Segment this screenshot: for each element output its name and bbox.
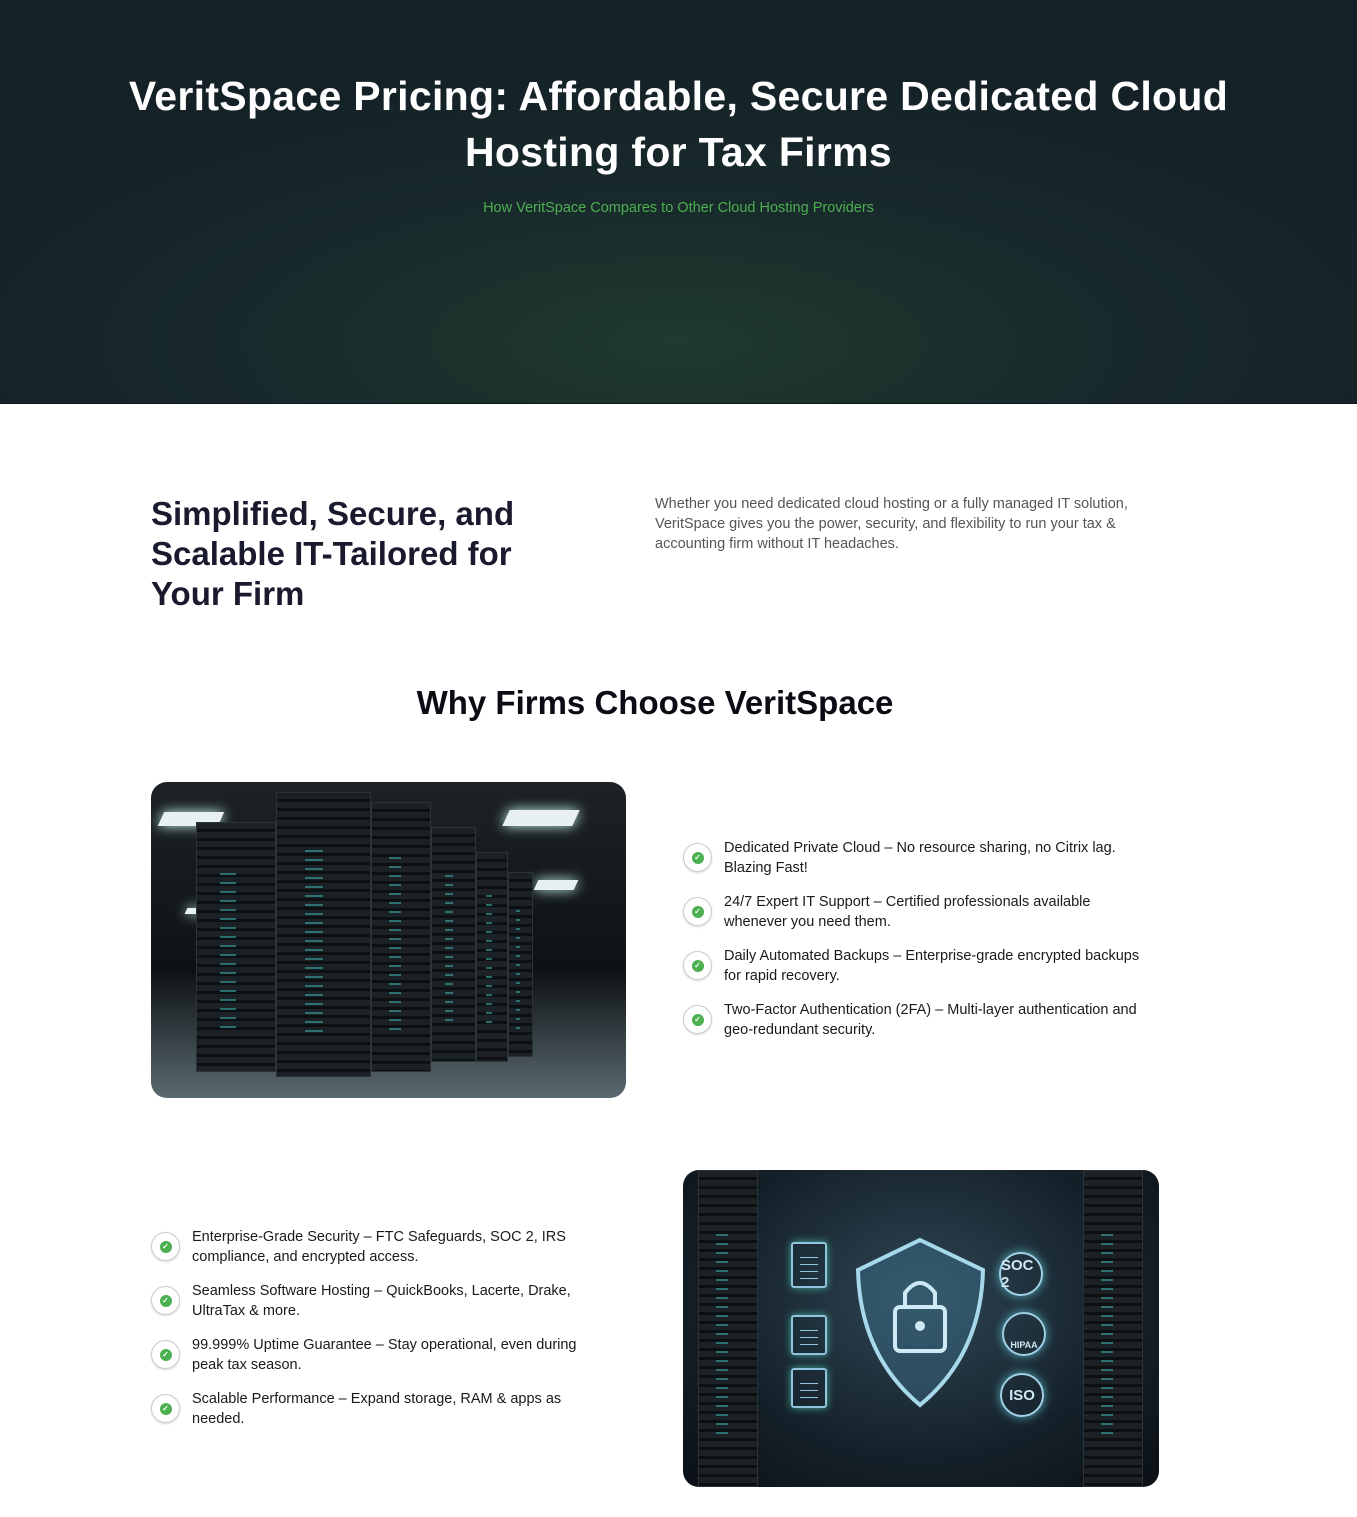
list-item: ✓ Enterprise-Grade Security – FTC Safegua… — [151, 1227, 611, 1267]
intro-text: Whether you need dedicated cloud hosting… — [655, 496, 1128, 552]
page-title: VeritSpace Pricing: Affordable, Secure D… — [128, 73, 1229, 175]
check-circle-icon: ✓ — [683, 897, 712, 926]
list-item: ✓ Seamless Software Hosting – QuickBooks,… — [151, 1281, 611, 1321]
security-compliance-image: SOC 2 HIPAA ISO — [683, 1170, 1159, 1487]
server-room-image — [151, 782, 626, 1098]
shield-lock-icon — [855, 1237, 986, 1408]
list-item: ✓ 24/7 Expert IT Support – Certified prof… — [683, 892, 1143, 932]
why-heading: Why Firms Choose VeritSpace — [416, 684, 894, 721]
list-item: ✓ Daily Automated Backups – Enterprise-gr… — [683, 946, 1143, 986]
hipaa-badge: HIPAA — [1002, 1312, 1046, 1356]
checklist-icon — [791, 1315, 827, 1355]
check-circle-icon: ✓ — [151, 1340, 180, 1369]
document-icon — [791, 1368, 827, 1408]
list-item: ✓ Dedicated Private Cloud – No resource s… — [683, 838, 1143, 878]
check-circle-icon: ✓ — [683, 951, 712, 980]
iso-badge: ISO — [1000, 1373, 1044, 1417]
feature-list-1: ✓ Dedicated Private Cloud – No resource s… — [683, 838, 1143, 1054]
check-circle-icon: ✓ — [683, 1005, 712, 1034]
soc2-badge: SOC 2 — [999, 1252, 1043, 1296]
feature-list-2: ✓ Enterprise-Grade Security – FTC Safegua… — [151, 1227, 611, 1443]
check-circle-icon: ✓ — [151, 1232, 180, 1261]
check-circle-icon: ✓ — [151, 1286, 180, 1315]
check-circle-icon: ✓ — [683, 843, 712, 872]
document-icon — [791, 1242, 827, 1288]
intro-heading: Simplified, Secure, and Scalable IT-Tail… — [151, 495, 515, 612]
list-item: ✓ Two-Factor Authentication (2FA) – Multi… — [683, 1000, 1143, 1040]
hero: VeritSpace Pricing: Affordable, Secure D… — [0, 0, 1357, 404]
list-item: ✓ Scalable Performance – Expand storage, … — [151, 1389, 611, 1429]
list-item: ✓ 99.999% Uptime Guarantee – Stay operati… — [151, 1335, 611, 1375]
check-circle-icon: ✓ — [151, 1394, 180, 1423]
hero-subtitle: How VeritSpace Compares to Other Cloud H… — [483, 200, 874, 216]
